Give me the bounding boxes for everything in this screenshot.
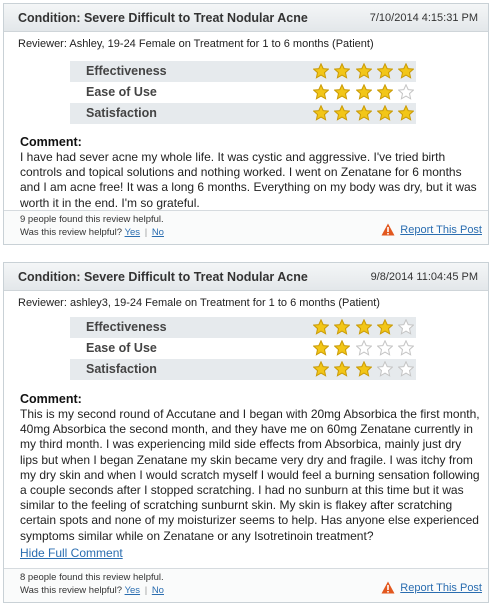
helpful-yes-link[interactable]: Yes [125, 227, 141, 238]
star-icon [334, 63, 351, 79]
hide-full-comment-link[interactable]: Hide Full Comment [20, 546, 123, 560]
star-icon [334, 105, 351, 121]
star-icon [334, 84, 351, 100]
comment-text: I have had sever acne my whole life. It … [20, 150, 477, 210]
star-icon [355, 63, 372, 79]
star-icon [355, 84, 372, 100]
star-icon [355, 340, 372, 356]
reviewer-info: Reviewer: ashley3, 19-24 Female on Treat… [18, 297, 380, 309]
divider: | [144, 227, 148, 238]
helpful-prompt: Was this review helpful? Yes | No [20, 585, 164, 596]
warning-icon [381, 581, 395, 594]
star-icon [376, 340, 393, 356]
helpful-count: 8 people found this review helpful. [20, 572, 164, 583]
star-icon [313, 361, 329, 377]
star-icon [376, 84, 393, 100]
star-icon [355, 319, 372, 335]
report-post-link[interactable]: Report This Post [381, 581, 482, 594]
review-header: Condition: Severe Difficult to Treat Nod… [4, 4, 488, 32]
condition-title: Condition: Severe Difficult to Treat Nod… [18, 11, 308, 25]
rating-label: Effectiveness [86, 64, 167, 78]
comment-heading: Comment: [20, 392, 82, 406]
comment-text: This is my second round of Accutane and … [20, 407, 480, 543]
star-icon [376, 319, 393, 335]
review-date: 9/8/2014 11:04:45 PM [370, 271, 478, 283]
star-icon [313, 84, 329, 100]
ratings-table: Effectiveness Ease of Use Satisfaction [70, 61, 416, 124]
rating-label: Satisfaction [86, 106, 157, 120]
rating-label: Satisfaction [86, 362, 157, 376]
star-icon [398, 319, 415, 335]
comment-heading: Comment: [20, 135, 82, 149]
star-icon [334, 319, 351, 335]
star-icon [313, 63, 329, 79]
star-icon [334, 340, 351, 356]
star-rating [313, 361, 419, 377]
report-label: Report This Post [400, 223, 482, 236]
rating-row-ease-of-use: Ease of Use [70, 338, 416, 359]
rating-row-effectiveness: Effectiveness [70, 61, 416, 82]
rating-label: Ease of Use [86, 85, 157, 99]
warning-icon [381, 223, 395, 236]
helpful-no-link[interactable]: No [152, 227, 164, 238]
star-icon [313, 105, 329, 121]
rating-label: Ease of Use [86, 341, 157, 355]
star-icon [398, 105, 415, 121]
review-footer: 9 people found this review helpful. Was … [4, 210, 488, 244]
rating-row-ease-of-use: Ease of Use [70, 82, 416, 103]
ratings-table: Effectiveness Ease of Use Satisfaction [70, 317, 416, 380]
star-icon [398, 63, 415, 79]
star-rating [313, 105, 419, 121]
star-rating [313, 340, 419, 356]
rating-label: Effectiveness [86, 320, 167, 334]
star-icon [355, 105, 372, 121]
star-icon [398, 340, 415, 356]
helpful-no-link[interactable]: No [152, 585, 164, 596]
star-icon [313, 319, 329, 335]
helpful-yes-link[interactable]: Yes [125, 585, 141, 596]
review-date: 7/10/2014 4:15:31 PM [369, 12, 478, 24]
helpful-question: Was this review helpful? [20, 227, 123, 238]
star-icon [376, 361, 393, 377]
rating-row-effectiveness: Effectiveness [70, 317, 416, 338]
star-icon [398, 84, 415, 100]
report-post-link[interactable]: Report This Post [381, 223, 482, 236]
condition-title: Condition: Severe Difficult to Treat Nod… [18, 270, 308, 284]
star-icon [334, 361, 351, 377]
star-icon [398, 361, 415, 377]
review-card: Condition: Severe Difficult to Treat Nod… [3, 262, 489, 603]
star-rating [313, 63, 419, 79]
star-icon [376, 105, 393, 121]
review-footer: 8 people found this review helpful. Was … [4, 568, 488, 602]
reviewer-info: Reviewer: Ashley, 19-24 Female on Treatm… [18, 38, 374, 50]
star-rating [313, 84, 419, 100]
helpful-question: Was this review helpful? [20, 585, 123, 596]
rating-row-satisfaction: Satisfaction [70, 359, 416, 380]
star-icon [313, 340, 329, 356]
star-icon [376, 63, 393, 79]
rating-row-satisfaction: Satisfaction [70, 103, 416, 124]
report-label: Report This Post [400, 581, 482, 594]
divider: | [144, 585, 148, 596]
review-header: Condition: Severe Difficult to Treat Nod… [4, 263, 488, 291]
helpful-count: 9 people found this review helpful. [20, 214, 164, 225]
helpful-prompt: Was this review helpful? Yes | No [20, 227, 164, 238]
star-rating [313, 319, 419, 335]
review-card: Condition: Severe Difficult to Treat Nod… [3, 3, 489, 245]
star-icon [355, 361, 372, 377]
